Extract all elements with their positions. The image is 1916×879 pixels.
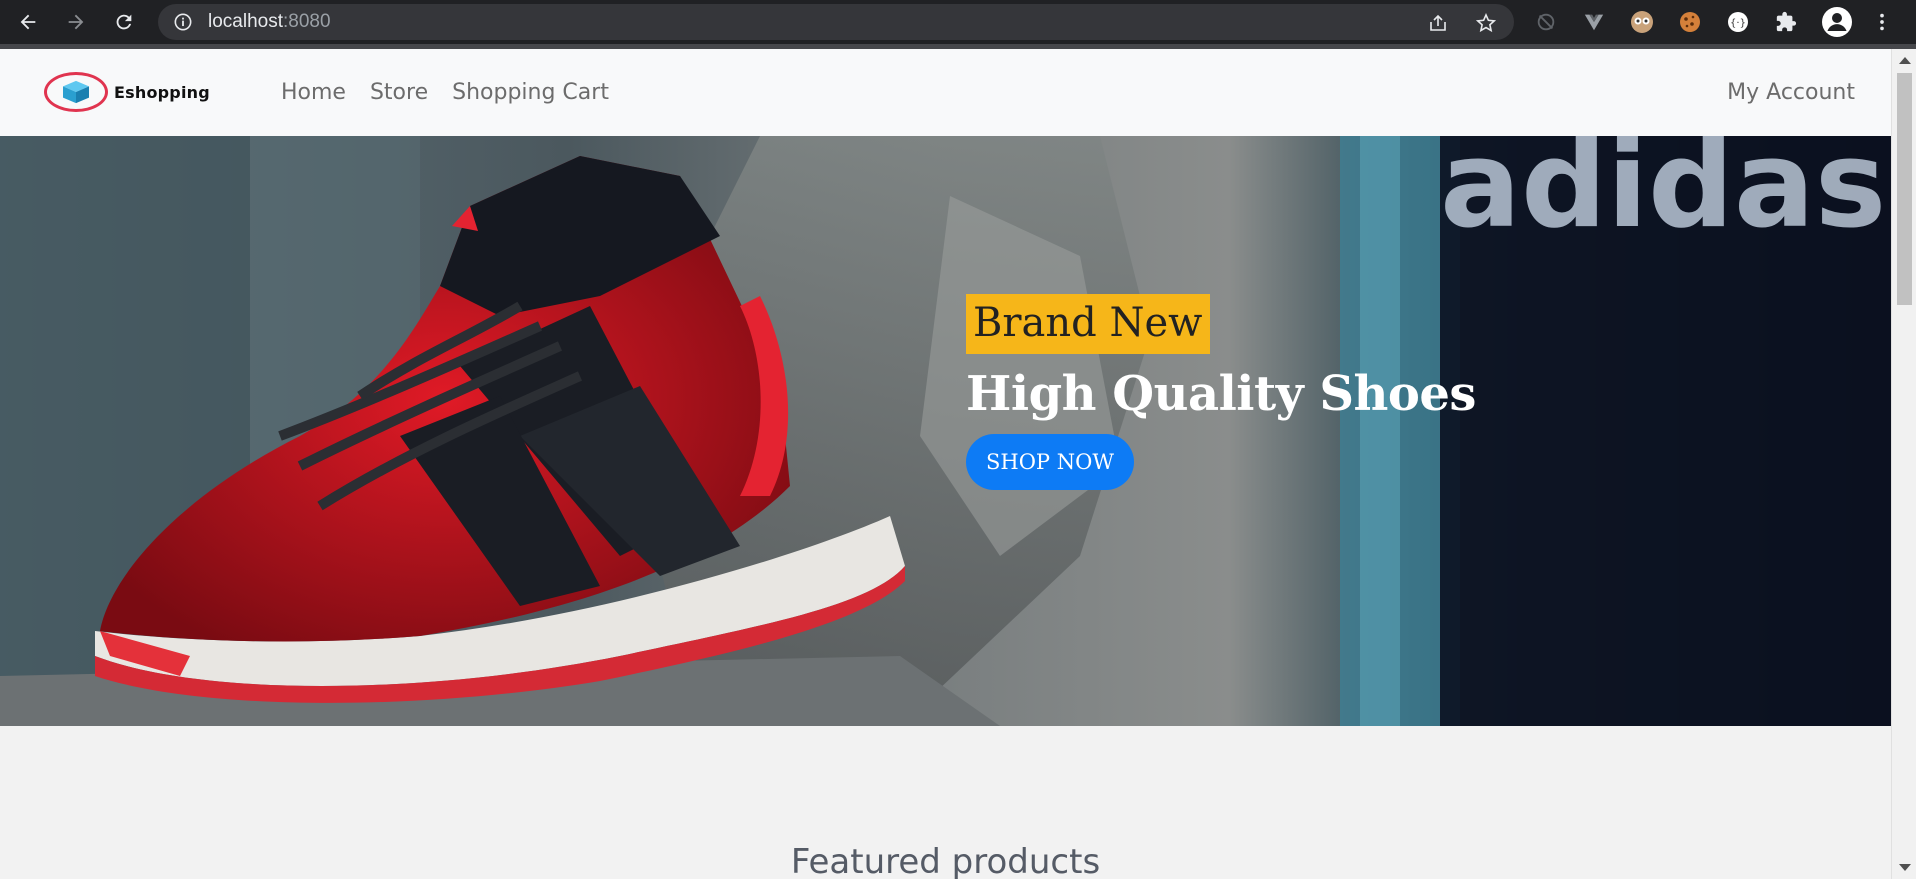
reload-icon[interactable] <box>110 8 138 36</box>
cookie-icon[interactable] <box>1678 10 1702 34</box>
browser-toolbar: localhost:8080 {·} <box>0 0 1916 44</box>
profile-icon[interactable] <box>1822 7 1852 37</box>
url-host: localhost <box>208 11 283 32</box>
scroll-up-icon[interactable] <box>1899 57 1911 64</box>
svg-text:adidas: adidas <box>1440 136 1886 255</box>
address-bar[interactable]: localhost:8080 <box>158 4 1514 40</box>
extension-icon[interactable] <box>1630 10 1654 34</box>
share-icon[interactable] <box>1428 13 1448 33</box>
site-navbar: Eshopping Home Store Shopping Cart My Ac… <box>0 49 1891 136</box>
url-text: localhost:8080 <box>208 4 331 40</box>
puzzle-icon[interactable] <box>1774 10 1798 34</box>
shop-now-button[interactable]: SHOP NOW <box>966 434 1134 490</box>
featured-products-title: Featured products <box>790 842 1101 879</box>
nav-link-store[interactable]: Store <box>370 80 428 105</box>
forward-icon[interactable] <box>62 8 90 36</box>
page-scrollbar[interactable] <box>1891 49 1916 879</box>
brand-name: Eshopping <box>114 82 210 102</box>
scrollbar-thumb[interactable] <box>1897 73 1912 305</box>
info-icon[interactable] <box>174 13 192 31</box>
box-icon <box>44 72 108 112</box>
extension-icon[interactable]: {·} <box>1726 10 1750 34</box>
hero-content: Brand New High Quality Shoes SHOP NOW <box>966 294 1476 490</box>
brand-logo[interactable]: Eshopping <box>44 72 210 112</box>
hero-banner: adidas Brand New High Quality Shoes SHOP… <box>0 136 1891 726</box>
svg-text:{·}: {·} <box>1730 18 1746 29</box>
sync-icon[interactable] <box>1534 10 1558 34</box>
page-viewport: Eshopping Home Store Shopping Cart My Ac… <box>0 49 1891 879</box>
scroll-down-icon[interactable] <box>1899 864 1911 871</box>
nav-link-my-account[interactable]: My Account <box>1727 49 1855 136</box>
vue-devtools-icon[interactable] <box>1582 10 1606 34</box>
main-nav: Home Store Shopping Cart <box>281 49 633 136</box>
back-icon[interactable] <box>14 8 42 36</box>
url-port: :8080 <box>283 11 331 32</box>
hero-title: High Quality Shoes <box>966 366 1476 422</box>
hero-shoe-image: adidas <box>0 136 1891 726</box>
bookmark-star-icon[interactable] <box>1475 13 1497 33</box>
menu-icon[interactable] <box>1870 10 1894 34</box>
nav-link-shopping-cart[interactable]: Shopping Cart <box>452 80 609 105</box>
hero-badge: Brand New <box>966 294 1211 354</box>
nav-link-home[interactable]: Home <box>281 80 346 105</box>
